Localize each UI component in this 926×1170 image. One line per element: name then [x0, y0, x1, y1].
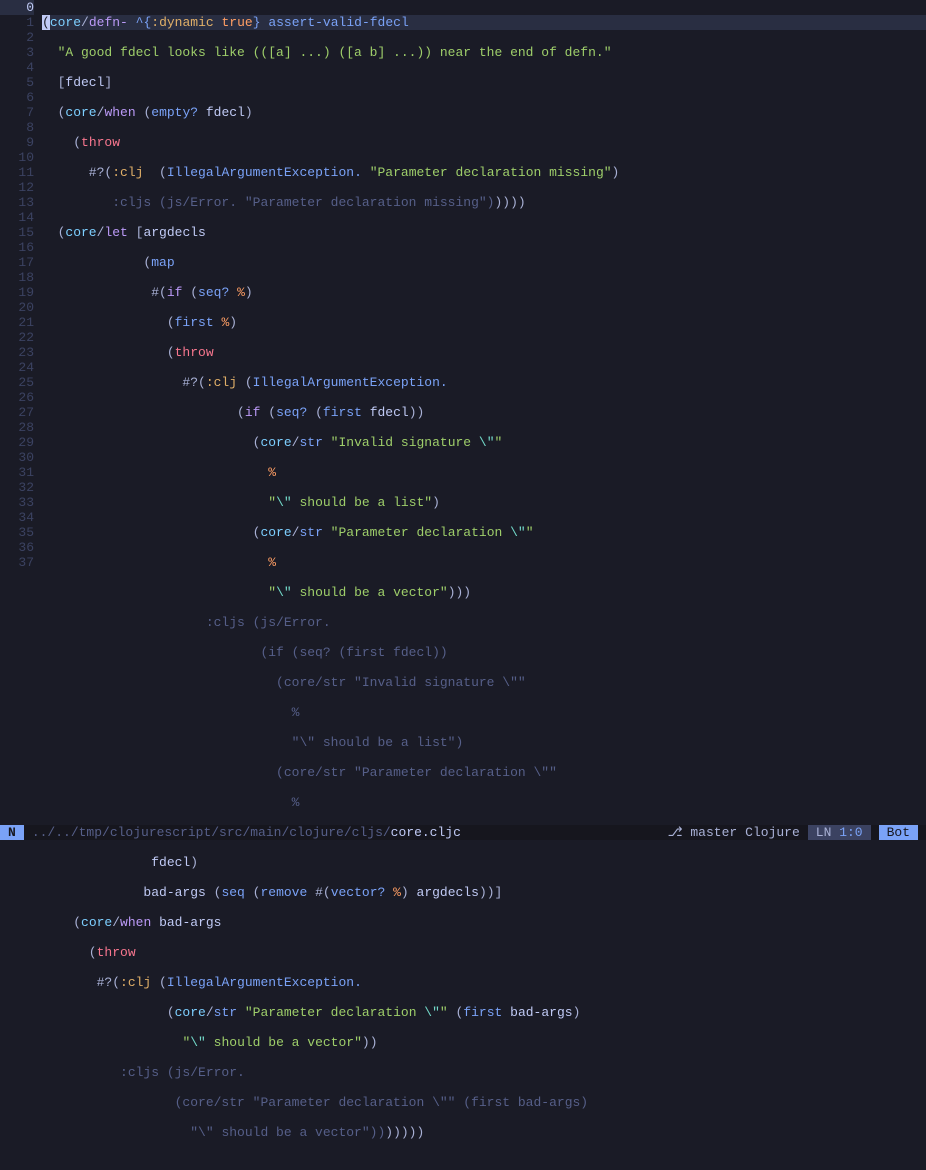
- code-line: %: [42, 465, 926, 480]
- code-line: "A good fdecl looks like (([a] ...) ([a …: [42, 45, 926, 60]
- code-line: "\" should be a list"): [42, 495, 926, 510]
- code-line: (map: [42, 255, 926, 270]
- code-line: :cljs (js/Error.: [42, 615, 926, 630]
- code-line: #(if (seq? %): [42, 285, 926, 300]
- mode-indicator: N: [0, 825, 24, 840]
- code-line: (throw: [42, 945, 926, 960]
- code-line: :cljs (js/Error.: [42, 1065, 926, 1080]
- git-branch: ⎇ master: [668, 825, 738, 840]
- scroll-position: Bot: [879, 825, 918, 840]
- command-line[interactable]: [0, 840, 926, 855]
- code-line: bad-args (seq (remove #(vector? %) argde…: [42, 885, 926, 900]
- code-area[interactable]: (core/defn- ^{:dynamic true} assert-vali…: [42, 0, 926, 825]
- code-line: "\" should be a list"): [42, 735, 926, 750]
- code-line: :cljs (js/Error. "Parameter declaration …: [42, 195, 926, 210]
- filetype: Clojure: [745, 825, 800, 840]
- code-line: [fdecl]: [42, 75, 926, 90]
- code-line: #?(:clj (IllegalArgumentException. "Para…: [42, 165, 926, 180]
- code-line: %: [42, 705, 926, 720]
- code-line: %: [42, 555, 926, 570]
- code-line: (core/str "Parameter declaration \"" (fi…: [42, 1095, 926, 1110]
- code-line: (core/when (empty? fdecl): [42, 105, 926, 120]
- branch-icon: ⎇: [668, 825, 683, 840]
- code-line: #?(:clj (IllegalArgumentException.: [42, 375, 926, 390]
- code-line: (if (seq? (first fdecl)): [42, 645, 926, 660]
- editor[interactable]: 0 1 2 3 4 5 6 7 8 9 10 11 12 13 14 15 16…: [0, 0, 926, 825]
- code-line: (core/str "Parameter declaration \"" (fi…: [42, 1005, 926, 1020]
- line-column: LN 1:0: [808, 825, 871, 840]
- code-line: "\" should be a vector"))): [42, 585, 926, 600]
- cursor: (: [42, 15, 50, 30]
- file-path: ../../tmp/clojurescript/src/main/clojure…: [24, 825, 461, 840]
- code-line: (throw: [42, 345, 926, 360]
- code-line: (first %): [42, 315, 926, 330]
- status-right: ⎇ master Clojure LN 1:0 Bot: [668, 825, 926, 840]
- code-line: (core/defn- ^{:dynamic true} assert-vali…: [42, 15, 926, 30]
- code-line: (core/let [argdecls: [42, 225, 926, 240]
- code-line: fdecl): [42, 855, 926, 870]
- status-line: N ../../tmp/clojurescript/src/main/cloju…: [0, 825, 926, 840]
- line-number-current: 0: [0, 0, 34, 15]
- code-line: #?(:clj (IllegalArgumentException.: [42, 975, 926, 990]
- code-line: (if (seq? (first fdecl)): [42, 405, 926, 420]
- code-line: (core/when bad-args: [42, 915, 926, 930]
- code-line: "\" should be a vector")): [42, 1035, 926, 1050]
- code-line: %: [42, 795, 926, 810]
- code-line: "\" should be a vector"))))))): [42, 1125, 926, 1140]
- line-number-gutter: 0 1 2 3 4 5 6 7 8 9 10 11 12 13 14 15 16…: [0, 0, 42, 825]
- code-line: (core/str "Parameter declaration \"": [42, 525, 926, 540]
- code-line: (core/str "Invalid signature \"": [42, 435, 926, 450]
- code-line: (core/str "Parameter declaration \"": [42, 765, 926, 780]
- code-line: (core/str "Invalid signature \"": [42, 675, 926, 690]
- code-line: (throw: [42, 135, 926, 150]
